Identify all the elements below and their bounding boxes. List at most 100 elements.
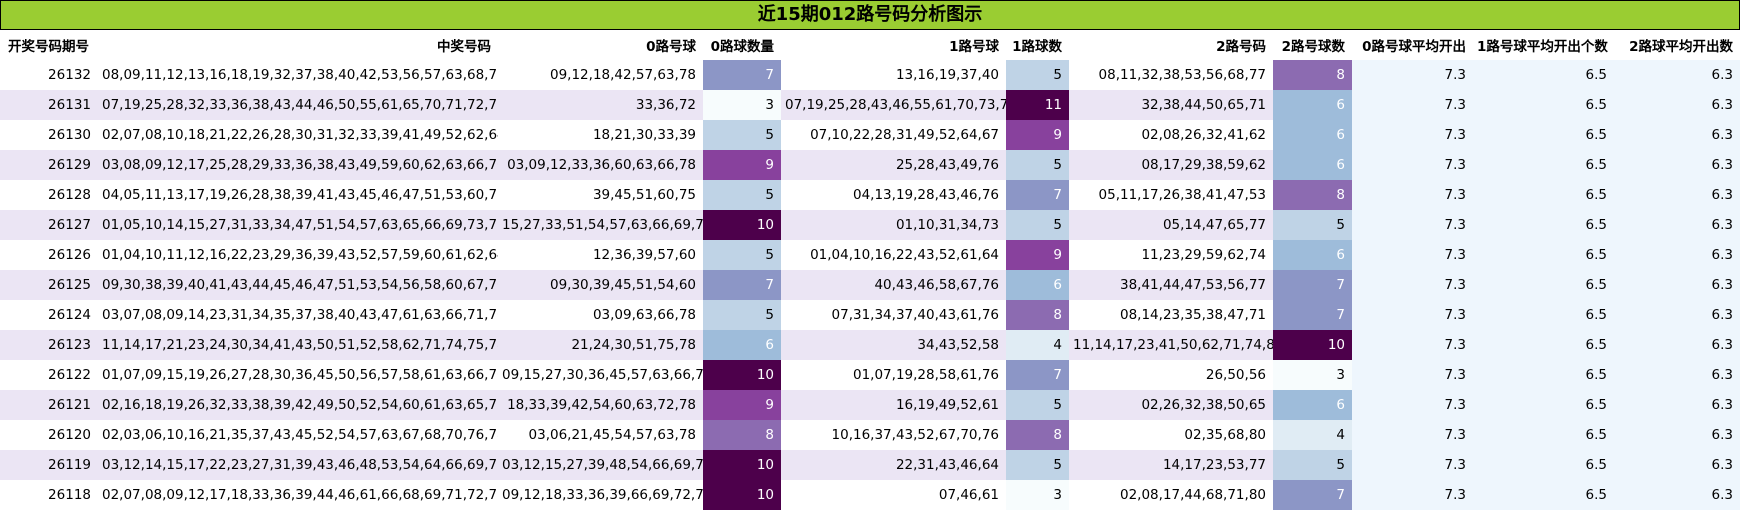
cell-route2-numbers: 11,23,29,59,62,74 xyxy=(1069,240,1273,270)
table-row: 26122 01,07,09,15,19,26,27,28,30,36,45,50… xyxy=(0,360,1740,390)
cell-route0-avg: 7.3 xyxy=(1352,330,1473,360)
cell-route2-count: 6 xyxy=(1273,150,1352,180)
header-route1-numbers: 1路号球 xyxy=(781,30,1006,60)
cell-route2-count: 7 xyxy=(1273,300,1352,330)
cell-route0-numbers: 09,12,18,42,57,63,78 xyxy=(498,60,703,90)
cell-route1-avg: 6.5 xyxy=(1473,180,1614,210)
cell-route0-count: 10 xyxy=(703,480,781,510)
cell-route1-count: 7 xyxy=(1006,180,1069,210)
cell-route2-avg: 6.3 xyxy=(1614,300,1740,330)
cell-route0-count: 10 xyxy=(703,450,781,480)
cell-route1-avg: 6.5 xyxy=(1473,330,1614,360)
cell-route2-avg: 6.3 xyxy=(1614,60,1740,90)
cell-route0-numbers: 03,09,63,66,78 xyxy=(498,300,703,330)
cell-route0-avg: 7.3 xyxy=(1352,450,1473,480)
cell-route2-count: 6 xyxy=(1273,90,1352,120)
cell-route0-count: 5 xyxy=(703,120,781,150)
header-row: 开奖号码期号 中奖号码 0路号球 0路球数量 1路号球 1路球数 2路号码 2路号球数 0路号球… xyxy=(0,30,1740,60)
cell-route2-numbers: 38,41,44,47,53,56,77 xyxy=(1069,270,1273,300)
cell-route0-count: 8 xyxy=(703,420,781,450)
cell-route2-numbers: 08,14,23,35,38,47,71 xyxy=(1069,300,1273,330)
cell-route2-avg: 6.3 xyxy=(1614,480,1740,510)
cell-route1-numbers: 01,07,19,28,58,61,76 xyxy=(781,360,1006,390)
cell-route2-numbers: 02,08,17,44,68,71,80 xyxy=(1069,480,1273,510)
cell-period: 26128 xyxy=(0,180,98,210)
cell-period: 26131 xyxy=(0,90,98,120)
cell-route0-numbers: 33,36,72 xyxy=(498,90,703,120)
table-row: 26123 11,14,17,21,23,24,30,34,41,43,50,51… xyxy=(0,330,1740,360)
header-route0-numbers: 0路号球 xyxy=(498,30,703,60)
cell-route0-count: 5 xyxy=(703,300,781,330)
cell-route0-numbers: 03,06,21,45,54,57,63,78 xyxy=(498,420,703,450)
cell-route2-count: 5 xyxy=(1273,450,1352,480)
header-route2-avg: 2路球平均开出数 xyxy=(1614,30,1740,60)
cell-route1-avg: 6.5 xyxy=(1473,120,1614,150)
cell-winning-numbers: 02,07,08,09,12,17,18,33,36,39,44,46,61,6… xyxy=(98,480,498,510)
cell-route1-avg: 6.5 xyxy=(1473,90,1614,120)
cell-route0-count: 10 xyxy=(703,360,781,390)
cell-route2-count: 6 xyxy=(1273,240,1352,270)
cell-route1-avg: 6.5 xyxy=(1473,480,1614,510)
cell-route0-avg: 7.3 xyxy=(1352,180,1473,210)
table-row: 26129 03,08,09,12,17,25,28,29,33,36,38,43… xyxy=(0,150,1740,180)
cell-route0-avg: 7.3 xyxy=(1352,480,1473,510)
cell-route2-avg: 6.3 xyxy=(1614,240,1740,270)
cell-route1-avg: 6.5 xyxy=(1473,60,1614,90)
cell-route1-count: 5 xyxy=(1006,390,1069,420)
cell-route2-count: 6 xyxy=(1273,120,1352,150)
cell-route0-avg: 7.3 xyxy=(1352,390,1473,420)
cell-route1-count: 3 xyxy=(1006,480,1069,510)
cell-route1-count: 5 xyxy=(1006,60,1069,90)
cell-route1-numbers: 13,16,19,37,40 xyxy=(781,60,1006,90)
cell-route1-avg: 6.5 xyxy=(1473,450,1614,480)
table-row: 26127 01,05,10,14,15,27,31,33,34,47,51,54… xyxy=(0,210,1740,240)
cell-winning-numbers: 02,07,08,10,18,21,22,26,28,30,31,32,33,3… xyxy=(98,120,498,150)
cell-winning-numbers: 01,04,10,11,12,16,22,23,29,36,39,43,52,5… xyxy=(98,240,498,270)
cell-route1-numbers: 07,46,61 xyxy=(781,480,1006,510)
header-winning-numbers: 中奖号码 xyxy=(98,30,498,60)
cell-route2-numbers: 02,08,26,32,41,62 xyxy=(1069,120,1273,150)
cell-route2-numbers: 26,50,56 xyxy=(1069,360,1273,390)
cell-route1-avg: 6.5 xyxy=(1473,240,1614,270)
cell-route0-numbers: 03,09,12,33,36,60,63,66,78 xyxy=(498,150,703,180)
cell-route1-numbers: 07,31,34,37,40,43,61,76 xyxy=(781,300,1006,330)
cell-route0-count: 10 xyxy=(703,210,781,240)
cell-route1-count: 5 xyxy=(1006,450,1069,480)
cell-winning-numbers: 02,16,18,19,26,32,33,38,39,42,49,50,52,5… xyxy=(98,390,498,420)
cell-route0-avg: 7.3 xyxy=(1352,270,1473,300)
cell-route2-count: 10 xyxy=(1273,330,1352,360)
cell-route0-count: 5 xyxy=(703,180,781,210)
cell-route0-numbers: 03,12,15,27,39,48,54,66,69,78 xyxy=(498,450,703,480)
table-row: 26119 03,12,14,15,17,22,23,27,31,39,43,46… xyxy=(0,450,1740,480)
table-row: 26121 02,16,18,19,26,32,33,38,39,42,49,50… xyxy=(0,390,1740,420)
cell-route0-numbers: 09,30,39,45,51,54,60 xyxy=(498,270,703,300)
cell-route0-avg: 7.3 xyxy=(1352,120,1473,150)
cell-route2-numbers: 05,11,17,26,38,41,47,53 xyxy=(1069,180,1273,210)
cell-route2-numbers: 02,35,68,80 xyxy=(1069,420,1273,450)
cell-route2-avg: 6.3 xyxy=(1614,360,1740,390)
cell-route0-avg: 7.3 xyxy=(1352,360,1473,390)
cell-winning-numbers: 11,14,17,21,23,24,30,34,41,43,50,51,52,5… xyxy=(98,330,498,360)
cell-route1-numbers: 01,04,10,16,22,43,52,61,64 xyxy=(781,240,1006,270)
cell-route0-count: 3 xyxy=(703,90,781,120)
cell-route1-numbers: 04,13,19,28,43,46,76 xyxy=(781,180,1006,210)
cell-period: 26126 xyxy=(0,240,98,270)
cell-route1-numbers: 10,16,37,43,52,67,70,76 xyxy=(781,420,1006,450)
cell-route0-numbers: 18,21,30,33,39 xyxy=(498,120,703,150)
header-route0-count: 0路球数量 xyxy=(703,30,781,60)
cell-route2-count: 8 xyxy=(1273,60,1352,90)
cell-route1-avg: 6.5 xyxy=(1473,390,1614,420)
header-route0-avg: 0路号球平均开出 xyxy=(1352,30,1473,60)
cell-period: 26123 xyxy=(0,330,98,360)
cell-route2-numbers: 08,17,29,38,59,62 xyxy=(1069,150,1273,180)
cell-route1-avg: 6.5 xyxy=(1473,270,1614,300)
cell-route1-numbers: 25,28,43,49,76 xyxy=(781,150,1006,180)
cell-route2-numbers: 14,17,23,53,77 xyxy=(1069,450,1273,480)
cell-period: 26122 xyxy=(0,360,98,390)
sheet: 近15期012路号码分析图示 开奖号码期号 中奖号码 0路号球 0路球数量 1路号球 1路… xyxy=(0,0,1740,516)
cell-route1-count: 5 xyxy=(1006,150,1069,180)
cell-period: 26129 xyxy=(0,150,98,180)
cell-period: 26125 xyxy=(0,270,98,300)
cell-route1-count: 8 xyxy=(1006,420,1069,450)
cell-route2-count: 3 xyxy=(1273,360,1352,390)
